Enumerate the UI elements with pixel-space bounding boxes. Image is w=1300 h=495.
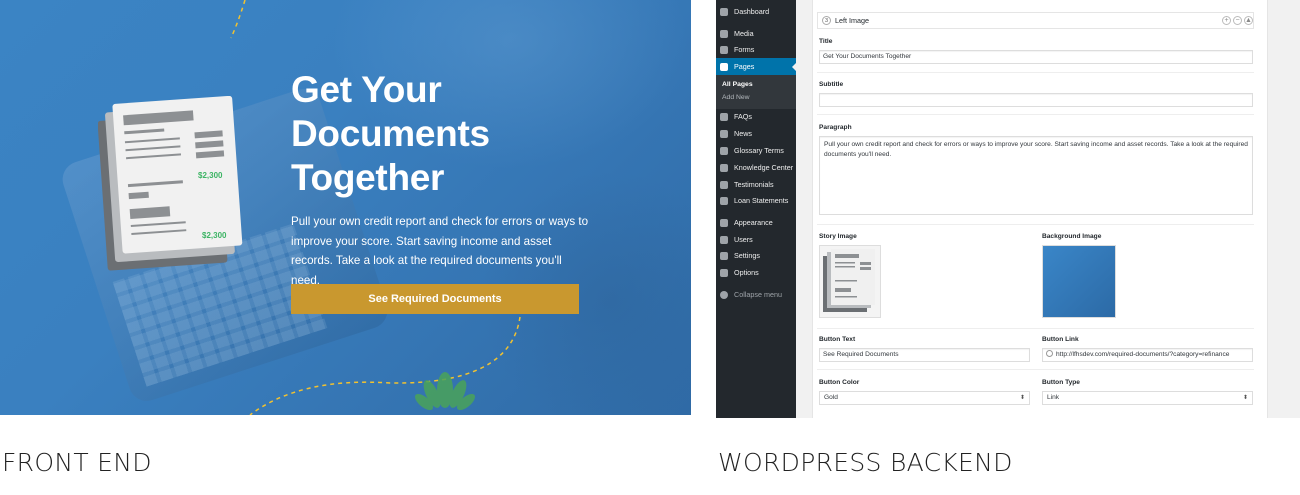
- collapse-icon: [720, 291, 728, 299]
- hero-paragraph: Pull your own credit report and check fo…: [291, 215, 589, 287]
- dashboard-icon: [720, 8, 728, 16]
- sidebar-item-media[interactable]: Media: [716, 25, 796, 42]
- hero-title: Get Your Documents Together: [291, 68, 591, 200]
- remove-layout-icon[interactable]: −: [1233, 16, 1242, 25]
- sidebar-item-options[interactable]: Options: [716, 264, 796, 281]
- front-end-caption: FRONT END: [2, 448, 152, 477]
- active-arrow-icon: [792, 62, 797, 72]
- faqs-icon: [720, 113, 728, 121]
- sidebar-item-knowledge-center[interactable]: Knowledge Center: [716, 159, 796, 176]
- button-type-label: Button Type: [1042, 379, 1080, 386]
- sidebar-item-pages[interactable]: Pages: [716, 58, 797, 75]
- appearance-icon: [720, 219, 728, 227]
- users-icon: [720, 236, 728, 244]
- pages-submenu: All Pages Add New: [716, 75, 796, 109]
- see-required-documents-button[interactable]: See Required Documents: [291, 284, 579, 314]
- document-amount-1: $2,300: [198, 171, 223, 180]
- button-text-field[interactable]: See Required Documents: [819, 348, 1030, 362]
- testimonials-icon: [720, 181, 728, 189]
- paragraph-label: Paragraph: [819, 124, 852, 131]
- layout-number-badge: 3: [822, 16, 831, 25]
- button-link-label: Button Link: [1042, 336, 1079, 343]
- loan-statements-icon: [720, 197, 728, 205]
- knowledge-icon: [720, 164, 728, 172]
- title-field[interactable]: Get Your Documents Together: [819, 50, 1253, 64]
- media-icon: [720, 30, 728, 38]
- glossary-icon: [720, 147, 728, 155]
- submenu-add-new[interactable]: Add New: [722, 94, 750, 101]
- dashed-path-top: [230, 0, 246, 39]
- button-color-select[interactable]: Gold ⬍: [819, 391, 1030, 405]
- subtitle-field[interactable]: [819, 93, 1253, 107]
- dashed-path-bottom: [249, 316, 521, 415]
- plant-illustration: [414, 372, 476, 411]
- collapse-layout-icon[interactable]: ▲: [1244, 16, 1253, 25]
- story-image-thumbnail[interactable]: [819, 245, 881, 318]
- button-type-select[interactable]: Link ⬍: [1042, 391, 1253, 405]
- pages-icon: [720, 63, 728, 71]
- options-icon: [720, 269, 728, 277]
- select-arrows-icon: ⬍: [1242, 395, 1248, 401]
- document-amount-2: $2,300: [202, 231, 227, 240]
- settings-icon: [720, 252, 728, 260]
- link-icon: [1046, 350, 1053, 357]
- layout-title: Left Image: [835, 16, 869, 25]
- story-image-label: Story Image: [819, 233, 857, 240]
- background-image-label: Background Image: [1042, 233, 1102, 240]
- hero-title-line-1: Get Your: [291, 69, 442, 110]
- sidebar-item-glossary-terms[interactable]: Glossary Terms: [716, 142, 796, 159]
- divider: [817, 224, 1254, 225]
- forms-icon: [720, 46, 728, 54]
- select-arrows-icon: ⬍: [1019, 395, 1025, 401]
- button-text-label: Button Text: [819, 336, 856, 343]
- layout-header[interactable]: 3 Left Image + − ▲: [817, 12, 1254, 29]
- sidebar-item-news[interactable]: News: [716, 125, 796, 142]
- divider: [817, 369, 1254, 370]
- divider: [817, 328, 1254, 329]
- sidebar-item-faqs[interactable]: FAQs: [716, 108, 796, 125]
- title-label: Title: [819, 38, 833, 45]
- subtitle-label: Subtitle: [819, 81, 844, 88]
- sidebar-item-users[interactable]: Users: [716, 231, 796, 248]
- sidebar-item-forms[interactable]: Forms: [716, 41, 796, 58]
- divider: [817, 114, 1254, 115]
- sidebar-item-testimonials[interactable]: Testimonials: [716, 176, 796, 193]
- sidebar-item-appearance[interactable]: Appearance: [716, 214, 796, 231]
- admin-sidebar: Dashboard Media Forms Pages All Pages Ad…: [716, 0, 797, 418]
- background-image-thumbnail[interactable]: [1042, 245, 1116, 318]
- submenu-all-pages[interactable]: All Pages: [722, 81, 753, 88]
- divider: [817, 72, 1254, 73]
- sidebar-collapse-menu[interactable]: Collapse menu: [716, 286, 796, 303]
- sidebar-item-loan-statements[interactable]: Loan Statements: [716, 192, 796, 209]
- document-illustration: $2,300 $2,300: [98, 96, 248, 271]
- sidebar-item-settings[interactable]: Settings: [716, 247, 796, 264]
- button-color-label: Button Color: [819, 379, 860, 386]
- front-end-hero: $2,300 $2,300 Get Your Documents Togethe…: [0, 0, 691, 415]
- hero-title-line-2: Documents: [291, 113, 490, 154]
- add-layout-icon[interactable]: +: [1222, 16, 1231, 25]
- hero-title-line-3: Together: [291, 157, 445, 198]
- news-icon: [720, 130, 728, 138]
- wordpress-backend: Dashboard Media Forms Pages All Pages Ad…: [716, 0, 1300, 418]
- paragraph-textarea[interactable]: Pull your own credit report and check fo…: [819, 136, 1253, 215]
- sidebar-item-dashboard[interactable]: Dashboard: [716, 3, 796, 20]
- button-link-field[interactable]: http://lfhsdev.com/required-documents/?c…: [1042, 348, 1253, 362]
- wordpress-backend-caption: WORDPRESS BACKEND: [718, 448, 1013, 477]
